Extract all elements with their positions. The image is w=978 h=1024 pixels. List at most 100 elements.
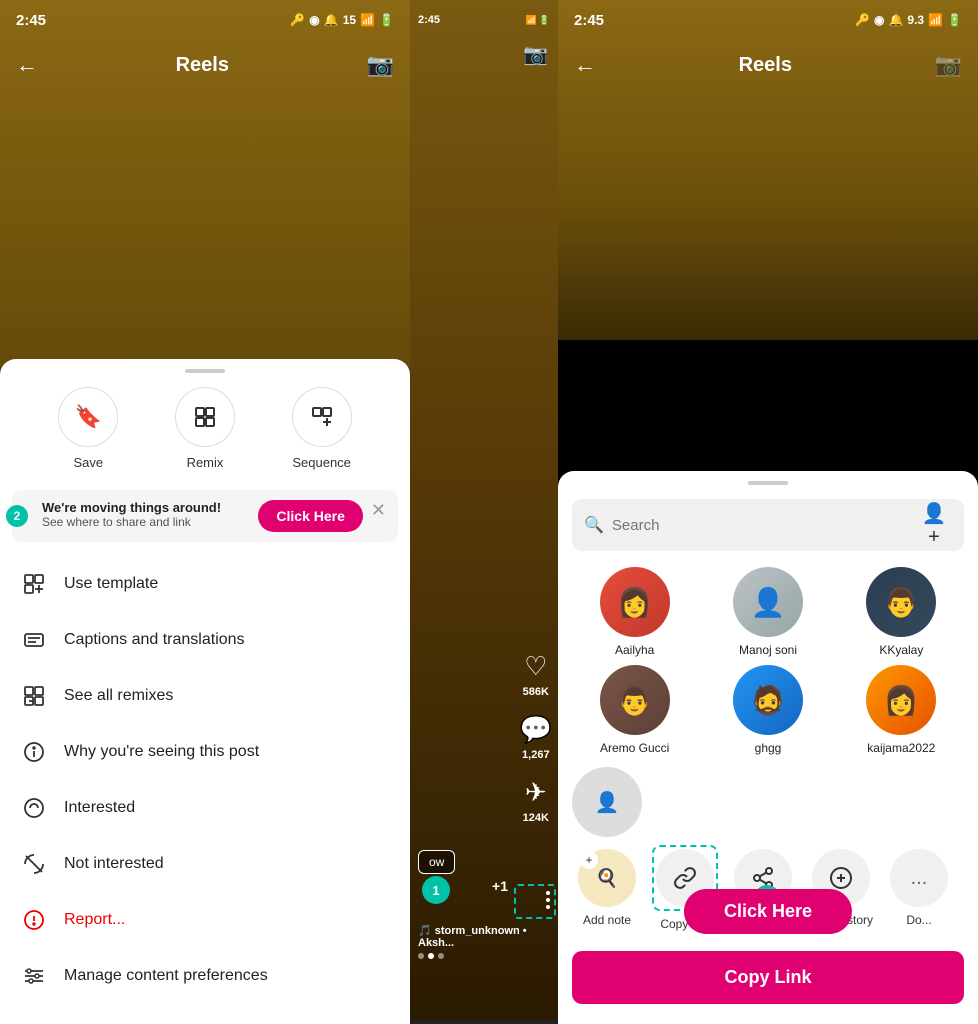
contacts-grid: 👩 Aailyha 👤 Manoj soni 👨 KKyalay 👨 — [558, 567, 978, 755]
notif-content: We're moving things around! See where to… — [24, 500, 248, 529]
camera-icon-left[interactable]: 📷 — [367, 52, 394, 78]
contact-name-manoj: Manoj soni — [739, 643, 797, 657]
heart-icon: ♡ — [524, 651, 547, 682]
click-here-button-right[interactable]: Click Here — [684, 889, 852, 934]
sheet-icons-row: 🔖 Save Remix — [0, 387, 410, 490]
avatar-ghgg: 🧔 — [733, 665, 803, 735]
search-icon: 🔍 — [584, 515, 604, 535]
reels-header-left: ← Reels 📷 — [0, 40, 410, 90]
menu-see-remixes[interactable]: See all remixes — [0, 668, 410, 724]
why-seeing-icon — [20, 738, 48, 766]
why-seeing-label: Why you're seeing this post — [64, 743, 259, 761]
contact-name-kkyalay: KKyalay — [879, 643, 923, 657]
share-action[interactable]: ✈ 124K — [523, 777, 549, 824]
plus-one: +1 — [492, 878, 508, 894]
badge-1: 1 — [422, 876, 450, 904]
notification-banner: 2 We're moving things around! See where … — [12, 490, 398, 542]
menu-not-interested[interactable]: Not interested — [0, 836, 410, 892]
notif-badge: 2 — [6, 505, 28, 527]
close-icon-notif[interactable]: ✕ — [363, 500, 386, 521]
menu-report[interactable]: Report... — [0, 892, 410, 948]
dot-1 — [418, 953, 424, 959]
interested-label: Interested — [64, 799, 135, 817]
use-template-icon — [20, 570, 48, 598]
status-bar-left: 2:45 🔑 ◉ 🔔 15 📶 🔋 — [0, 0, 410, 40]
see-remixes-label: See all remixes — [64, 687, 173, 705]
right-panel: 2:45 🔑◉🔔9.3📶🔋 ← Reels 📷 🔍 👤+ 👩 Aailyha — [558, 0, 978, 1024]
not-interested-icon — [20, 850, 48, 878]
not-interested-label: Not interested — [64, 855, 164, 873]
sheet-icon-save[interactable]: 🔖 Save — [58, 387, 118, 470]
manage-content-label: Manage content preferences — [64, 967, 268, 985]
like-action[interactable]: ♡ 586K — [523, 651, 549, 698]
status-icons-left: 🔑 ◉ 🔔 15 📶 🔋 — [290, 13, 394, 27]
status-icons-mid: 📶🔋 — [526, 15, 550, 26]
camera-icon-right[interactable]: 📷 — [935, 52, 962, 78]
time-mid: 2:45 — [418, 14, 440, 26]
add-note-action[interactable]: 🍳 + Add note — [572, 849, 642, 927]
share-sheet-handle — [748, 481, 788, 485]
status-icons-right: 🔑◉🔔9.3📶🔋 — [855, 13, 962, 27]
like-count: 586K — [523, 686, 549, 698]
sheet-icon-remix[interactable]: Remix — [175, 387, 235, 470]
more-action[interactable]: ... Do... — [884, 849, 954, 927]
manage-content-icon — [20, 962, 48, 990]
contacts-partial-row: 👤 — [558, 767, 978, 845]
comment-count: 1,267 — [522, 749, 550, 761]
contact-partial-1[interactable]: 👤 — [572, 767, 642, 837]
add-note-label: Add note — [583, 913, 631, 927]
captions-icon — [20, 626, 48, 654]
menu-use-template[interactable]: Use template — [0, 556, 410, 612]
three-dots-button[interactable] — [546, 891, 550, 909]
avatar-manoj: 👤 — [733, 567, 803, 637]
avatar-aremo: 👨 — [600, 665, 670, 735]
more-label: Do... — [906, 913, 931, 927]
use-template-label: Use template — [64, 575, 158, 593]
back-arrow-right[interactable]: ← — [574, 52, 596, 78]
comment-action[interactable]: 💬 1,267 — [520, 714, 552, 761]
contact-name-aailyha: Aailyha — [615, 643, 654, 657]
reels-title-right: Reels — [739, 54, 792, 77]
menu-captions[interactable]: Captions and translations — [0, 612, 410, 668]
search-input[interactable] — [612, 517, 908, 534]
menu-interested[interactable]: Interested — [0, 780, 410, 836]
report-label: Report... — [64, 911, 125, 929]
follow-button[interactable]: ow — [418, 850, 455, 874]
reels-header-right: ← Reels 📷 — [558, 40, 978, 90]
reel-side-actions: ♡ 586K 💬 1,267 ✈ 124K — [520, 651, 552, 824]
interested-icon — [20, 794, 48, 822]
contact-manoj[interactable]: 👤 Manoj soni — [705, 567, 830, 657]
dot-2 — [428, 953, 434, 959]
contact-aailyha[interactable]: 👩 Aailyha — [572, 567, 697, 657]
avatar-aailyha: 👩 — [600, 567, 670, 637]
notif-title: We're moving things around! — [42, 500, 248, 515]
contact-kaijama[interactable]: 👩 kaijama2022 — [839, 665, 964, 755]
contact-ghgg[interactable]: 🧔 ghgg — [705, 665, 830, 755]
menu-why-seeing[interactable]: Why you're seeing this post — [0, 724, 410, 780]
send-icon: ✈ — [525, 777, 547, 808]
mid-panel: 2:45 📶🔋 📷 ♡ 586K 💬 1,267 ✈ 124K 🎵 storm_… — [410, 0, 558, 1024]
camera-icon-mid[interactable]: 📷 — [523, 42, 548, 67]
contact-aremo[interactable]: 👨 Aremo Gucci — [572, 665, 697, 755]
status-bar-right: 2:45 🔑◉🔔9.3📶🔋 — [558, 0, 978, 40]
avatar-partial-1: 👤 — [572, 767, 642, 837]
report-icon — [20, 906, 48, 934]
add-friend-button[interactable]: 👤+ — [916, 507, 952, 543]
reels-title-left: Reels — [176, 54, 229, 77]
contact-name-kaijama: kaijama2022 — [867, 741, 935, 755]
nav-bar-mid — [410, 1020, 558, 1024]
menu-manage-content[interactable]: Manage content preferences — [0, 948, 410, 1004]
back-arrow-left[interactable]: ← — [16, 52, 38, 78]
reel-bottom-info: 🎵 storm_unknown • Aksh... — [410, 924, 558, 959]
search-bar[interactable]: 🔍 👤+ — [572, 499, 964, 551]
dot-3 — [438, 953, 444, 959]
left-panel: 2:45 🔑 ◉ 🔔 15 📶 🔋 ← Reels 📷 🔖 Save — [0, 0, 410, 1024]
notif-cta-button[interactable]: Click Here — [258, 500, 362, 532]
contact-kkyalay[interactable]: 👨 KKyalay — [839, 567, 964, 657]
copy-link-button[interactable]: Copy Link — [572, 951, 964, 1004]
reel-progress-dots — [418, 953, 550, 959]
bottom-sheet-left: 🔖 Save Remix — [0, 359, 410, 1024]
sheet-icon-sequence[interactable]: Sequence — [292, 387, 352, 470]
contact-name-ghgg: ghgg — [755, 741, 782, 755]
remix-label: Remix — [187, 455, 224, 470]
